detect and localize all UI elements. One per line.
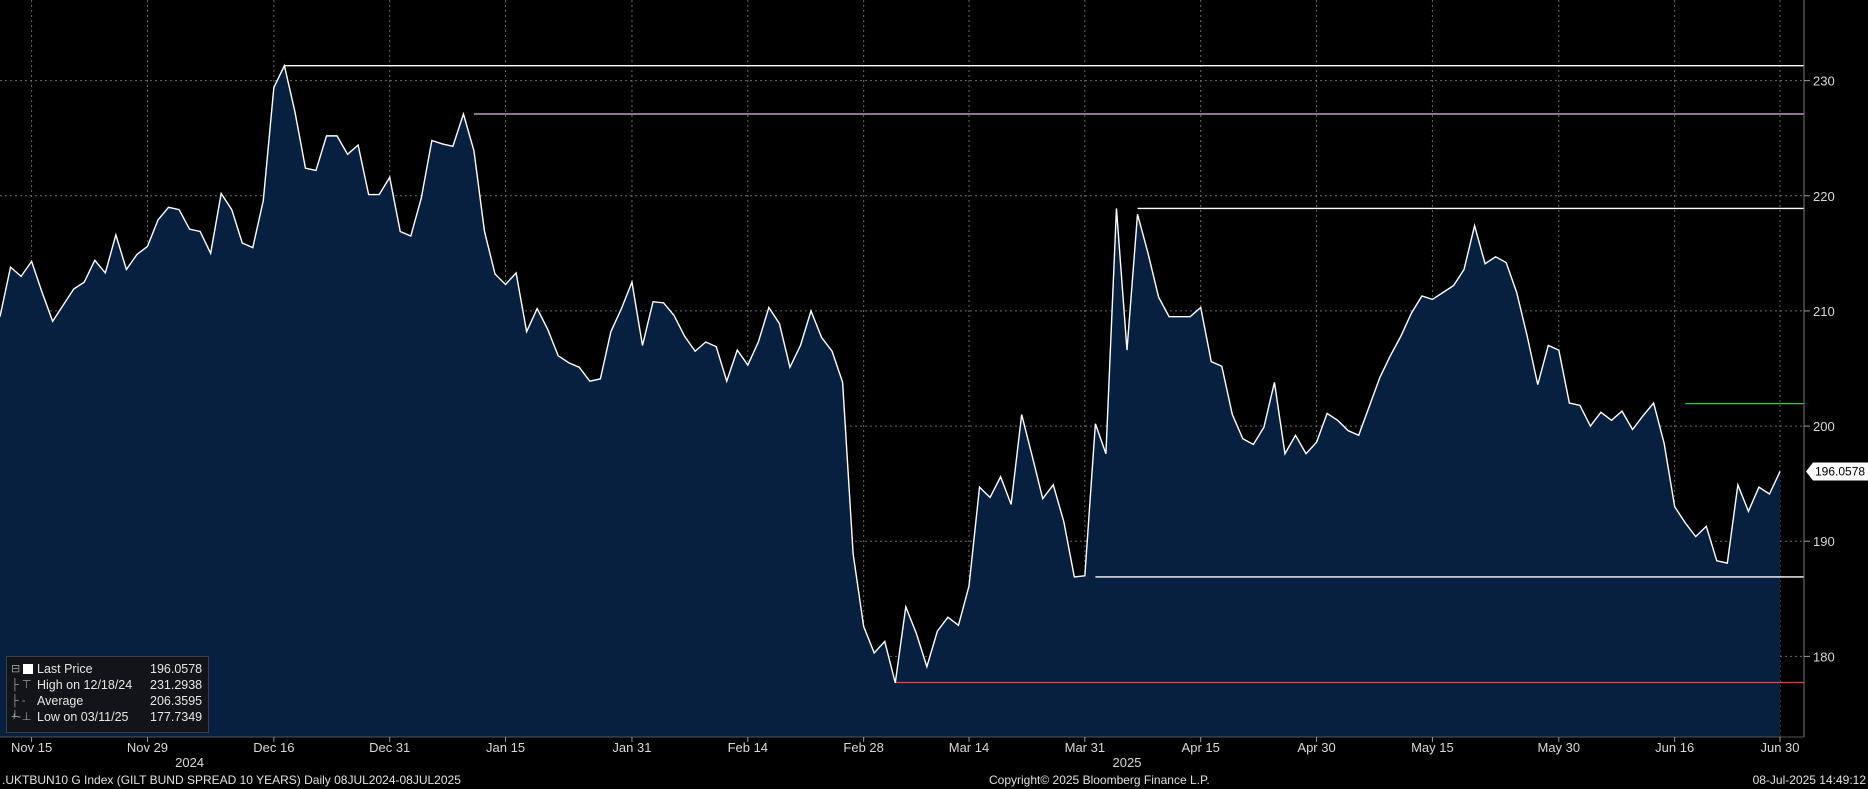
legend-last-price-value: 196.0578: [150, 662, 203, 676]
x-tick-label: Jun 30: [1760, 740, 1799, 755]
footer-copyright: Copyright© 2025 Bloomberg Finance L.P.: [989, 773, 1210, 787]
y-tick-label: 190: [1813, 534, 1835, 549]
legend-high-label: High on 12/18/24: [37, 678, 133, 692]
x-axis: Nov 15 Nov 29 Dec 16 Dec 31 Jan 15 Jan 31 Feb …: [11, 737, 1800, 770]
x-tick-label: Mar 31: [1065, 740, 1105, 755]
x-tick-label: Dec 31: [369, 740, 410, 755]
x-tick-label: May 15: [1411, 740, 1454, 755]
y-tick-label: 180: [1813, 649, 1835, 664]
x-tick-label: Jan 31: [612, 740, 651, 755]
last-price-swatch: [23, 664, 33, 674]
x-tick-label: Nov 15: [11, 740, 52, 755]
footer-timestamp: 08-Jul-2025 14:49:12: [1752, 773, 1866, 787]
x-tick-label: Apr 30: [1297, 740, 1335, 755]
x-tick-label: Jun 16: [1655, 740, 1694, 755]
year-label: 2024: [175, 755, 204, 770]
y-axis: 180 190 200 210 220 230: [1804, 74, 1835, 664]
y-tick-label: 210: [1813, 304, 1835, 319]
legend-low-value: 177.7349: [150, 710, 203, 724]
x-tick-label: Mar 14: [949, 740, 989, 755]
x-tick-label: Nov 29: [127, 740, 168, 755]
legend-average-value: 206.3595: [150, 694, 203, 708]
x-tick-label: Feb 14: [728, 740, 768, 755]
spread-chart: 180 190 200 210 220 230 Nov 15 Nov 29 Dec 16 Dec…: [0, 0, 1868, 770]
legend-low-label: Low on 03/11/25: [37, 710, 129, 724]
x-tick-label: May 30: [1537, 740, 1580, 755]
y-tick-label: 200: [1813, 419, 1835, 434]
legend-low: └ ⊥ Low on 03/11/25 177.7349: [7, 709, 208, 725]
footer-security-info: .UKTBUN10 G Index (GILT BUND SPREAD 10 Y…: [2, 773, 461, 787]
legend-average-label: Average: [37, 694, 84, 708]
y-tick-label: 220: [1813, 189, 1835, 204]
chart-legend: ⊟ Last Price 196.0578 ├ ⊤ High on 12/18/…: [6, 656, 209, 733]
x-tick-label: Feb 28: [843, 740, 883, 755]
x-tick-label: Apr 15: [1182, 740, 1220, 755]
low-marker-icon: └ ⊥: [11, 711, 32, 723]
legend-high-value: 231.2938: [150, 678, 203, 692]
x-tick-label: Jan 15: [486, 740, 525, 755]
last-price-tag-text: 196.0578: [1815, 464, 1865, 478]
last-price-tag: 196.0578: [1806, 462, 1868, 481]
legend-last-price-label: Last Price: [37, 662, 93, 676]
x-tick-label: Dec 16: [253, 740, 294, 755]
legend-average: ├ -+- Average 206.3595: [7, 693, 208, 723]
y-tick-label: 230: [1813, 74, 1835, 89]
high-marker-icon: ├ ⊤: [11, 679, 32, 691]
legend-high: ├ ⊤ High on 12/18/24 231.2938: [7, 677, 208, 693]
year-label: 2025: [1113, 755, 1142, 770]
average-marker-icon: ├ -+-: [11, 695, 26, 723]
legend-last-price: ⊟ Last Price 196.0578: [7, 661, 208, 677]
